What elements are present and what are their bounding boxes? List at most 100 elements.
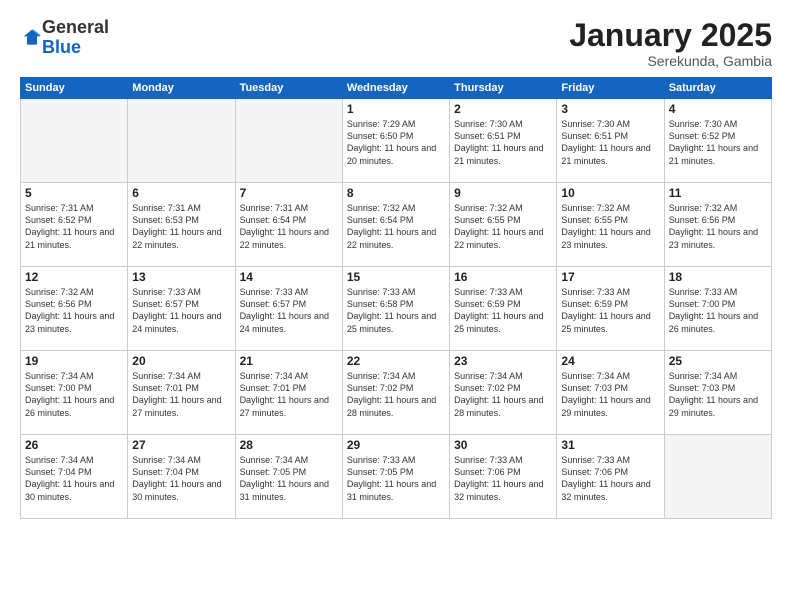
day-number: 15: [347, 270, 445, 284]
table-row: 8 Sunrise: 7:32 AM Sunset: 6:54 PM Daylig…: [342, 183, 449, 267]
logo-text: General Blue: [42, 18, 109, 58]
cell-info: Sunrise: 7:34 AM Sunset: 7:03 PM Dayligh…: [669, 370, 767, 419]
cell-info: Sunrise: 7:33 AM Sunset: 6:59 PM Dayligh…: [454, 286, 552, 335]
table-row: 20 Sunrise: 7:34 AM Sunset: 7:01 PM Dayli…: [128, 351, 235, 435]
week-row-3: 12 Sunrise: 7:32 AM Sunset: 6:56 PM Dayli…: [21, 267, 772, 351]
day-number: 9: [454, 186, 552, 200]
cell-info: Sunrise: 7:31 AM Sunset: 6:54 PM Dayligh…: [240, 202, 338, 251]
table-row: 23 Sunrise: 7:34 AM Sunset: 7:02 PM Dayli…: [450, 351, 557, 435]
day-number: 1: [347, 102, 445, 116]
day-number: 10: [561, 186, 659, 200]
cell-info: Sunrise: 7:32 AM Sunset: 6:55 PM Dayligh…: [454, 202, 552, 251]
cell-info: Sunrise: 7:30 AM Sunset: 6:52 PM Dayligh…: [669, 118, 767, 167]
cell-info: Sunrise: 7:29 AM Sunset: 6:50 PM Dayligh…: [347, 118, 445, 167]
week-row-1: 1 Sunrise: 7:29 AM Sunset: 6:50 PM Daylig…: [21, 99, 772, 183]
col-monday: Monday: [128, 78, 235, 99]
table-row: 27 Sunrise: 7:34 AM Sunset: 7:04 PM Dayli…: [128, 435, 235, 519]
cell-info: Sunrise: 7:34 AM Sunset: 7:02 PM Dayligh…: [454, 370, 552, 419]
col-friday: Friday: [557, 78, 664, 99]
table-row: 1 Sunrise: 7:29 AM Sunset: 6:50 PM Daylig…: [342, 99, 449, 183]
table-row: 31Sunrise: 7:33 AM Sunset: 7:06 PM Dayli…: [557, 435, 664, 519]
header-row: Sunday Monday Tuesday Wednesday Thursday…: [21, 78, 772, 99]
title-block: January 2025 Serekunda, Gambia: [569, 18, 772, 69]
table-row: 3 Sunrise: 7:30 AM Sunset: 6:51 PM Daylig…: [557, 99, 664, 183]
day-number: 21: [240, 354, 338, 368]
table-row: 4 Sunrise: 7:30 AM Sunset: 6:52 PM Daylig…: [664, 99, 771, 183]
day-number: 26: [25, 438, 123, 452]
table-row: 15 Sunrise: 7:33 AM Sunset: 6:58 PM Dayli…: [342, 267, 449, 351]
table-row: 29Sunrise: 7:33 AM Sunset: 7:05 PM Dayli…: [342, 435, 449, 519]
table-row: 10 Sunrise: 7:32 AM Sunset: 6:55 PM Dayli…: [557, 183, 664, 267]
day-number: 8: [347, 186, 445, 200]
cell-info: Sunrise: 7:34 AM Sunset: 7:01 PM Dayligh…: [132, 370, 230, 419]
table-row: 5 Sunrise: 7:31 AM Sunset: 6:52 PM Daylig…: [21, 183, 128, 267]
calendar-table: Sunday Monday Tuesday Wednesday Thursday…: [20, 77, 772, 519]
col-saturday: Saturday: [664, 78, 771, 99]
table-row: [128, 99, 235, 183]
cell-info: Sunrise: 7:32 AM Sunset: 6:56 PM Dayligh…: [25, 286, 123, 335]
cell-info: Sunrise: 7:30 AM Sunset: 6:51 PM Dayligh…: [454, 118, 552, 167]
cell-info: Sunrise: 7:34 AM Sunset: 7:03 PM Dayligh…: [561, 370, 659, 419]
table-row: 26 Sunrise: 7:34 AM Sunset: 7:04 PM Dayli…: [21, 435, 128, 519]
day-number: 5: [25, 186, 123, 200]
table-row: 7 Sunrise: 7:31 AM Sunset: 6:54 PM Daylig…: [235, 183, 342, 267]
table-row: 18 Sunrise: 7:33 AM Sunset: 7:00 PM Dayli…: [664, 267, 771, 351]
table-row: 21Sunrise: 7:34 AM Sunset: 7:01 PM Dayli…: [235, 351, 342, 435]
table-row: [664, 435, 771, 519]
cell-info: Sunrise: 7:33 AM Sunset: 6:57 PM Dayligh…: [132, 286, 230, 335]
day-number: 30: [454, 438, 552, 452]
day-number: 6: [132, 186, 230, 200]
day-number: 23: [454, 354, 552, 368]
table-row: 13 Sunrise: 7:33 AM Sunset: 6:57 PM Dayli…: [128, 267, 235, 351]
day-number: 19: [25, 354, 123, 368]
logo-icon: [22, 28, 42, 48]
col-tuesday: Tuesday: [235, 78, 342, 99]
day-number: 24: [561, 354, 659, 368]
cell-info: Sunrise: 7:33 AM Sunset: 7:06 PM Dayligh…: [454, 454, 552, 503]
day-number: 4: [669, 102, 767, 116]
table-row: 19 Sunrise: 7:34 AM Sunset: 7:00 PM Dayli…: [21, 351, 128, 435]
cell-info: Sunrise: 7:34 AM Sunset: 7:04 PM Dayligh…: [25, 454, 123, 503]
cell-info: Sunrise: 7:32 AM Sunset: 6:56 PM Dayligh…: [669, 202, 767, 251]
cell-info: Sunrise: 7:34 AM Sunset: 7:00 PM Dayligh…: [25, 370, 123, 419]
table-row: 24 Sunrise: 7:34 AM Sunset: 7:03 PM Dayli…: [557, 351, 664, 435]
table-row: 2Sunrise: 7:30 AM Sunset: 6:51 PM Daylig…: [450, 99, 557, 183]
table-row: [21, 99, 128, 183]
logo: General Blue: [20, 18, 109, 58]
calendar-title: January 2025: [569, 18, 772, 53]
table-row: [235, 99, 342, 183]
day-number: 27: [132, 438, 230, 452]
cell-info: Sunrise: 7:31 AM Sunset: 6:52 PM Dayligh…: [25, 202, 123, 251]
day-number: 20: [132, 354, 230, 368]
week-row-2: 5 Sunrise: 7:31 AM Sunset: 6:52 PM Daylig…: [21, 183, 772, 267]
cell-info: Sunrise: 7:32 AM Sunset: 6:54 PM Dayligh…: [347, 202, 445, 251]
table-row: 17 Sunrise: 7:33 AM Sunset: 6:59 PM Dayli…: [557, 267, 664, 351]
day-number: 17: [561, 270, 659, 284]
cell-info: Sunrise: 7:30 AM Sunset: 6:51 PM Dayligh…: [561, 118, 659, 167]
day-number: 3: [561, 102, 659, 116]
table-row: 14Sunrise: 7:33 AM Sunset: 6:57 PM Dayli…: [235, 267, 342, 351]
day-number: 31: [561, 438, 659, 452]
cell-info: Sunrise: 7:33 AM Sunset: 7:00 PM Dayligh…: [669, 286, 767, 335]
cell-info: Sunrise: 7:34 AM Sunset: 7:05 PM Dayligh…: [240, 454, 338, 503]
cell-info: Sunrise: 7:33 AM Sunset: 6:58 PM Dayligh…: [347, 286, 445, 335]
day-number: 16: [454, 270, 552, 284]
calendar-subtitle: Serekunda, Gambia: [569, 53, 772, 69]
cell-info: Sunrise: 7:33 AM Sunset: 7:05 PM Dayligh…: [347, 454, 445, 503]
cell-info: Sunrise: 7:34 AM Sunset: 7:02 PM Dayligh…: [347, 370, 445, 419]
cell-info: Sunrise: 7:32 AM Sunset: 6:55 PM Dayligh…: [561, 202, 659, 251]
table-row: 30 Sunrise: 7:33 AM Sunset: 7:06 PM Dayli…: [450, 435, 557, 519]
table-row: 22Sunrise: 7:34 AM Sunset: 7:02 PM Dayli…: [342, 351, 449, 435]
col-sunday: Sunday: [21, 78, 128, 99]
cell-info: Sunrise: 7:34 AM Sunset: 7:04 PM Dayligh…: [132, 454, 230, 503]
table-row: 16 Sunrise: 7:33 AM Sunset: 6:59 PM Dayli…: [450, 267, 557, 351]
day-number: 18: [669, 270, 767, 284]
day-number: 7: [240, 186, 338, 200]
table-row: 9 Sunrise: 7:32 AM Sunset: 6:55 PM Daylig…: [450, 183, 557, 267]
day-number: 12: [25, 270, 123, 284]
cell-info: Sunrise: 7:33 AM Sunset: 6:59 PM Dayligh…: [561, 286, 659, 335]
day-number: 25: [669, 354, 767, 368]
logo-general: General: [42, 18, 109, 38]
table-row: 6Sunrise: 7:31 AM Sunset: 6:53 PM Daylig…: [128, 183, 235, 267]
day-number: 13: [132, 270, 230, 284]
